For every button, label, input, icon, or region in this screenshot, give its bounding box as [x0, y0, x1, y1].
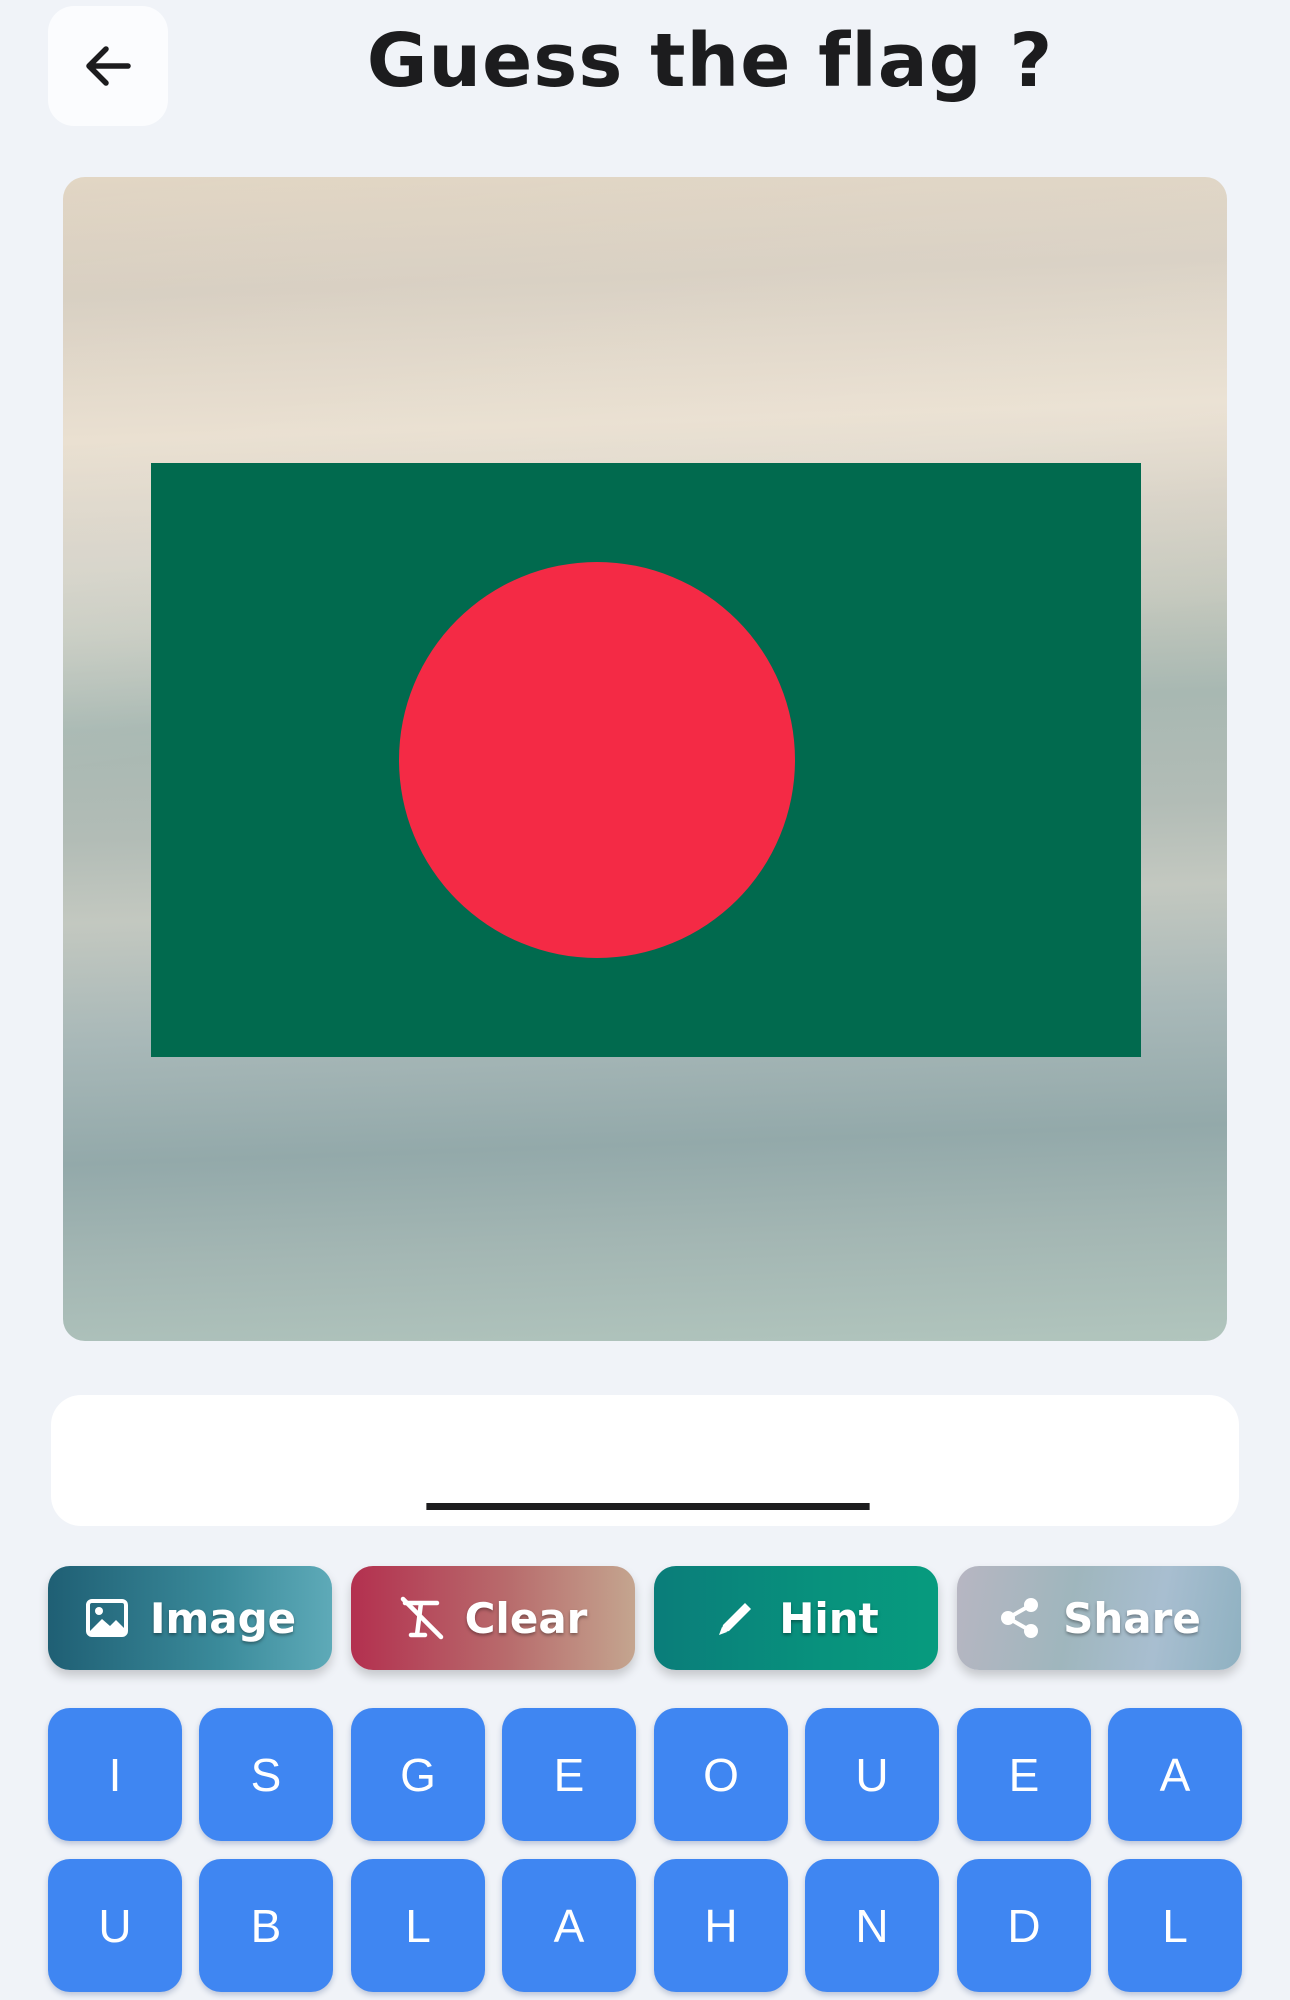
answer-slots: ___________ [426, 1421, 869, 1510]
hint-button[interactable]: Hint [654, 1566, 938, 1670]
letter-key[interactable]: L [1108, 1859, 1242, 1992]
letter-key[interactable]: I [48, 1708, 182, 1841]
letter-key[interactable]: D [957, 1859, 1091, 1992]
letter-key[interactable]: A [1108, 1708, 1242, 1841]
letter-key[interactable]: U [805, 1708, 939, 1841]
letter-key[interactable]: S [199, 1708, 333, 1841]
flag-image [151, 463, 1141, 1057]
letter-key[interactable]: G [351, 1708, 485, 1841]
image-icon [84, 1595, 130, 1641]
clear-button[interactable]: Clear [351, 1566, 635, 1670]
action-bar: Image Clear Hint Share [48, 1566, 1242, 1671]
game-screen: Guess the flag ? ___________ Image Clear… [0, 0, 1290, 2000]
letter-key[interactable]: H [654, 1859, 788, 1992]
letter-key[interactable]: O [654, 1708, 788, 1841]
image-button[interactable]: Image [48, 1566, 332, 1670]
image-button-label: Image [149, 1593, 297, 1643]
letter-key[interactable]: E [957, 1708, 1091, 1841]
letter-key[interactable]: A [502, 1859, 636, 1992]
letter-key[interactable]: E [502, 1708, 636, 1841]
flag-card [63, 177, 1227, 1341]
clear-format-icon [399, 1595, 445, 1641]
flag-red-disc [399, 562, 795, 958]
arrow-left-icon [86, 46, 131, 86]
letter-key[interactable]: B [199, 1859, 333, 1992]
answer-field: ___________ [51, 1395, 1239, 1526]
back-button[interactable] [48, 6, 168, 126]
page-title: Guess the flag ? [366, 18, 1054, 104]
share-button-label: Share [1063, 1593, 1201, 1643]
letter-key[interactable]: N [805, 1859, 939, 1992]
letter-key[interactable]: L [351, 1859, 485, 1992]
hint-button-label: Hint [779, 1593, 879, 1643]
pencil-icon [713, 1595, 759, 1641]
letter-key[interactable]: U [48, 1859, 182, 1992]
share-icon [997, 1595, 1043, 1641]
share-button[interactable]: Share [957, 1566, 1241, 1670]
clear-button-label: Clear [464, 1593, 588, 1643]
